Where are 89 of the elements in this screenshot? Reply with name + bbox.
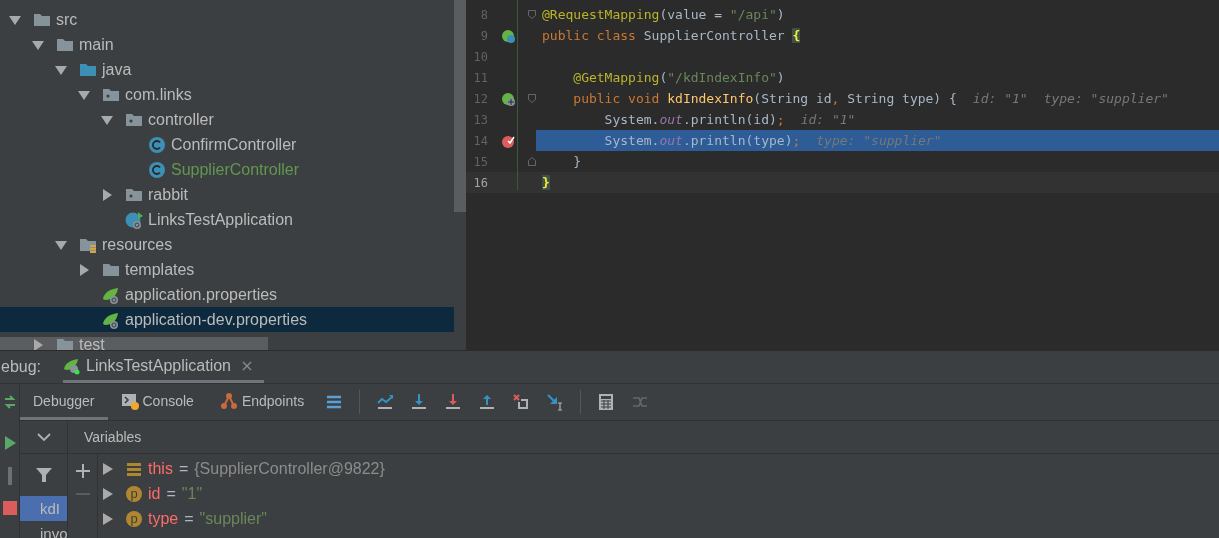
code-line: System.out.println(id); xyxy=(603,112,785,127)
tree-item[interactable]: java xyxy=(0,57,454,82)
collapsed-arrow-icon[interactable] xyxy=(100,187,114,202)
code-line: public void kdIndexInfo(String id, String type) { xyxy=(572,91,957,106)
tab[interactable]: Endpoints xyxy=(206,384,318,420)
panel-title: ebug: xyxy=(0,357,42,377)
add-icon[interactable] xyxy=(75,464,90,478)
tree-item[interactable]: application.properties xyxy=(0,282,454,307)
collapsed-arrow-icon[interactable] xyxy=(31,337,45,350)
tree-item[interactable]: resources xyxy=(0,232,454,257)
inline-value-hint: id: "1" xyxy=(972,91,1028,106)
tree-item[interactable]: src xyxy=(0,7,454,32)
run-to-cursor-icon[interactable] xyxy=(546,393,565,411)
tree-item[interactable]: ConfirmController xyxy=(0,132,454,157)
tree-item[interactable]: rabbit xyxy=(0,182,454,207)
force-step-into-icon[interactable] xyxy=(444,393,463,411)
scrollbar[interactable] xyxy=(454,0,466,212)
bean-icon[interactable] xyxy=(501,28,515,43)
line-number: 9 xyxy=(479,28,488,43)
spring-leaf-icon xyxy=(102,285,120,304)
code-line: @RequestMapping(value = "/api") xyxy=(542,7,785,22)
variable-name: this xyxy=(148,459,173,478)
close-icon[interactable] xyxy=(242,360,252,371)
tree-item[interactable]: com.links xyxy=(0,82,454,107)
expand-arrow-icon[interactable] xyxy=(102,461,114,476)
tree-item[interactable]: LinksTestApplication xyxy=(0,207,454,232)
code-line: System.out.println(type); xyxy=(603,133,801,148)
step-out-icon[interactable] xyxy=(478,393,497,411)
tree-item[interactable]: main xyxy=(0,32,454,57)
step-over-icon[interactable] xyxy=(376,393,395,411)
console-icon xyxy=(120,391,139,410)
inline-value-hint: id: "1" xyxy=(800,112,856,127)
layout-icon[interactable] xyxy=(325,393,344,411)
line-number: 15 xyxy=(472,154,488,169)
session-tab[interactable]: LinksTestApplication xyxy=(63,351,264,383)
variable-name: id xyxy=(148,484,161,503)
spring-leaf-icon xyxy=(102,310,120,329)
parameter-badge: p xyxy=(126,510,142,527)
resume-icon[interactable] xyxy=(2,435,17,451)
tab[interactable]: Debugger xyxy=(20,384,108,420)
class-icon xyxy=(148,160,166,179)
code-line: public class SupplierController { xyxy=(542,28,801,43)
tab[interactable]: Console xyxy=(107,384,207,420)
equals-sign: = xyxy=(184,509,194,528)
code-line: @GetMapping("/kdIndexInfo") xyxy=(572,70,785,85)
drop-frame-icon[interactable] xyxy=(512,393,531,411)
expand-arrow-icon[interactable] xyxy=(102,486,114,501)
line-number: 10 xyxy=(472,49,488,64)
line-number: 16 xyxy=(472,175,488,190)
inline-value-hint: type: "supplier" xyxy=(1043,91,1169,106)
chevron-down-icon[interactable] xyxy=(36,432,51,442)
variable-value: "1" xyxy=(181,484,203,503)
line-number: 11 xyxy=(472,70,488,85)
step-into-icon[interactable] xyxy=(410,393,429,411)
field-icon xyxy=(126,460,142,477)
code-line: } xyxy=(572,154,582,169)
variable-value: "supplier" xyxy=(199,509,267,528)
equals-sign: = xyxy=(166,484,176,503)
endpoints-icon xyxy=(219,391,238,410)
breakpoint-icon[interactable] xyxy=(501,133,515,148)
fold-icon[interactable] xyxy=(528,94,536,103)
line-number: 14 xyxy=(472,133,488,148)
collapsed-arrow-icon[interactable] xyxy=(77,262,91,277)
spring-app-icon xyxy=(63,356,82,375)
fold-icon[interactable] xyxy=(528,10,536,19)
tree-item[interactable]: SupplierController xyxy=(0,157,454,182)
line-number: 12 xyxy=(472,91,488,106)
class-icon xyxy=(148,135,166,154)
line-number: 8 xyxy=(479,7,488,22)
tree-item[interactable]: application-dev.properties xyxy=(0,307,454,332)
stop-icon[interactable] xyxy=(2,501,17,515)
parameter-badge: p xyxy=(126,485,142,502)
rerun-icon[interactable] xyxy=(2,393,17,411)
variable-name: type xyxy=(148,509,179,528)
fold-icon[interactable] xyxy=(528,157,536,166)
tree-item[interactable]: templates xyxy=(0,257,454,282)
equals-sign: = xyxy=(178,459,189,478)
expand-arrow-icon[interactable] xyxy=(102,511,114,526)
web-mapping-icon[interactable] xyxy=(501,91,515,106)
section-title: Variables xyxy=(68,421,1219,454)
tree-item[interactable]: test xyxy=(0,332,454,350)
scrollbar[interactable] xyxy=(0,337,268,350)
inline-value-hint: type: "supplier" xyxy=(816,133,942,148)
line-number: 13 xyxy=(472,112,488,127)
tree-item[interactable]: controller xyxy=(0,107,454,132)
filter-icon[interactable] xyxy=(35,467,52,483)
variable-value: {SupplierController@9822} xyxy=(194,459,385,478)
calculator-icon[interactable] xyxy=(597,393,616,411)
spring-app-icon xyxy=(125,210,143,229)
